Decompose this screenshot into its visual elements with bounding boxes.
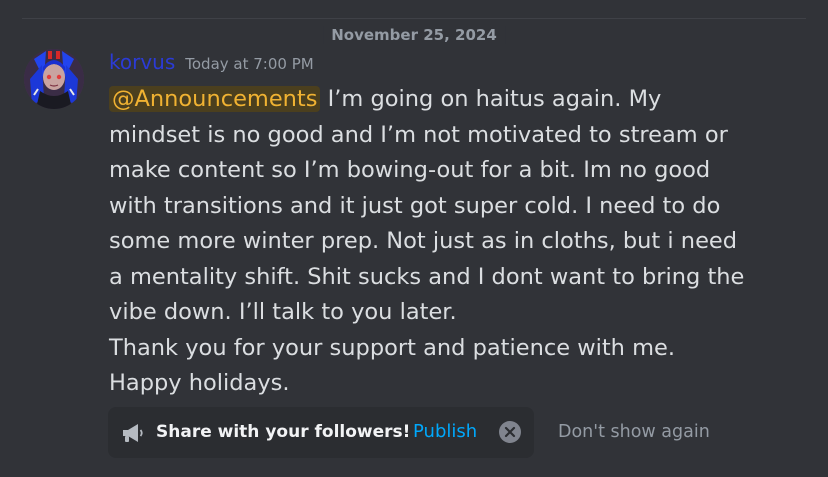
date-divider: November 25, 2024 xyxy=(22,18,806,44)
date-divider-label: November 25, 2024 xyxy=(323,26,505,44)
message-line: Happy holidays. xyxy=(109,370,290,396)
role-mention[interactable]: @Announcements xyxy=(109,86,321,112)
message-line: with transitions and it just got super c… xyxy=(109,192,721,219)
author-username[interactable]: korvus xyxy=(109,50,175,74)
message-line: mindset is no good and I’m not motivated… xyxy=(109,121,728,148)
close-icon[interactable] xyxy=(499,421,521,443)
message-line: make content so I’m bowing-out for a bit… xyxy=(109,157,711,183)
share-prompt-text: Share with your followers! xyxy=(156,422,411,442)
message-line: Thank you for your support and patience … xyxy=(109,334,675,361)
megaphone-icon xyxy=(121,422,145,444)
message-timestamp[interactable]: Today at 7:00 PM xyxy=(185,55,313,73)
message-line-text: I’m going on haitus again. My xyxy=(320,86,662,112)
message-header: korvus Today at 7:00 PM xyxy=(109,50,314,74)
publish-button[interactable]: Publish xyxy=(413,421,477,442)
message-line: @Announcements I’m going on haitus again… xyxy=(109,82,799,118)
share-prompt: Share with your followers! Publish xyxy=(108,407,534,458)
avatar[interactable] xyxy=(24,49,84,109)
message-line: a mentality shift. Shit sucks and I dont… xyxy=(109,263,745,290)
avatar-image xyxy=(24,49,84,109)
dont-show-again-button[interactable]: Don't show again xyxy=(558,422,710,442)
message-line: vibe down. I’ll talk to you later. xyxy=(109,299,457,325)
message-line: some more winter prep. Not just as in cl… xyxy=(109,228,738,254)
message-content: @Announcements I’m going on haitus again… xyxy=(109,82,799,402)
